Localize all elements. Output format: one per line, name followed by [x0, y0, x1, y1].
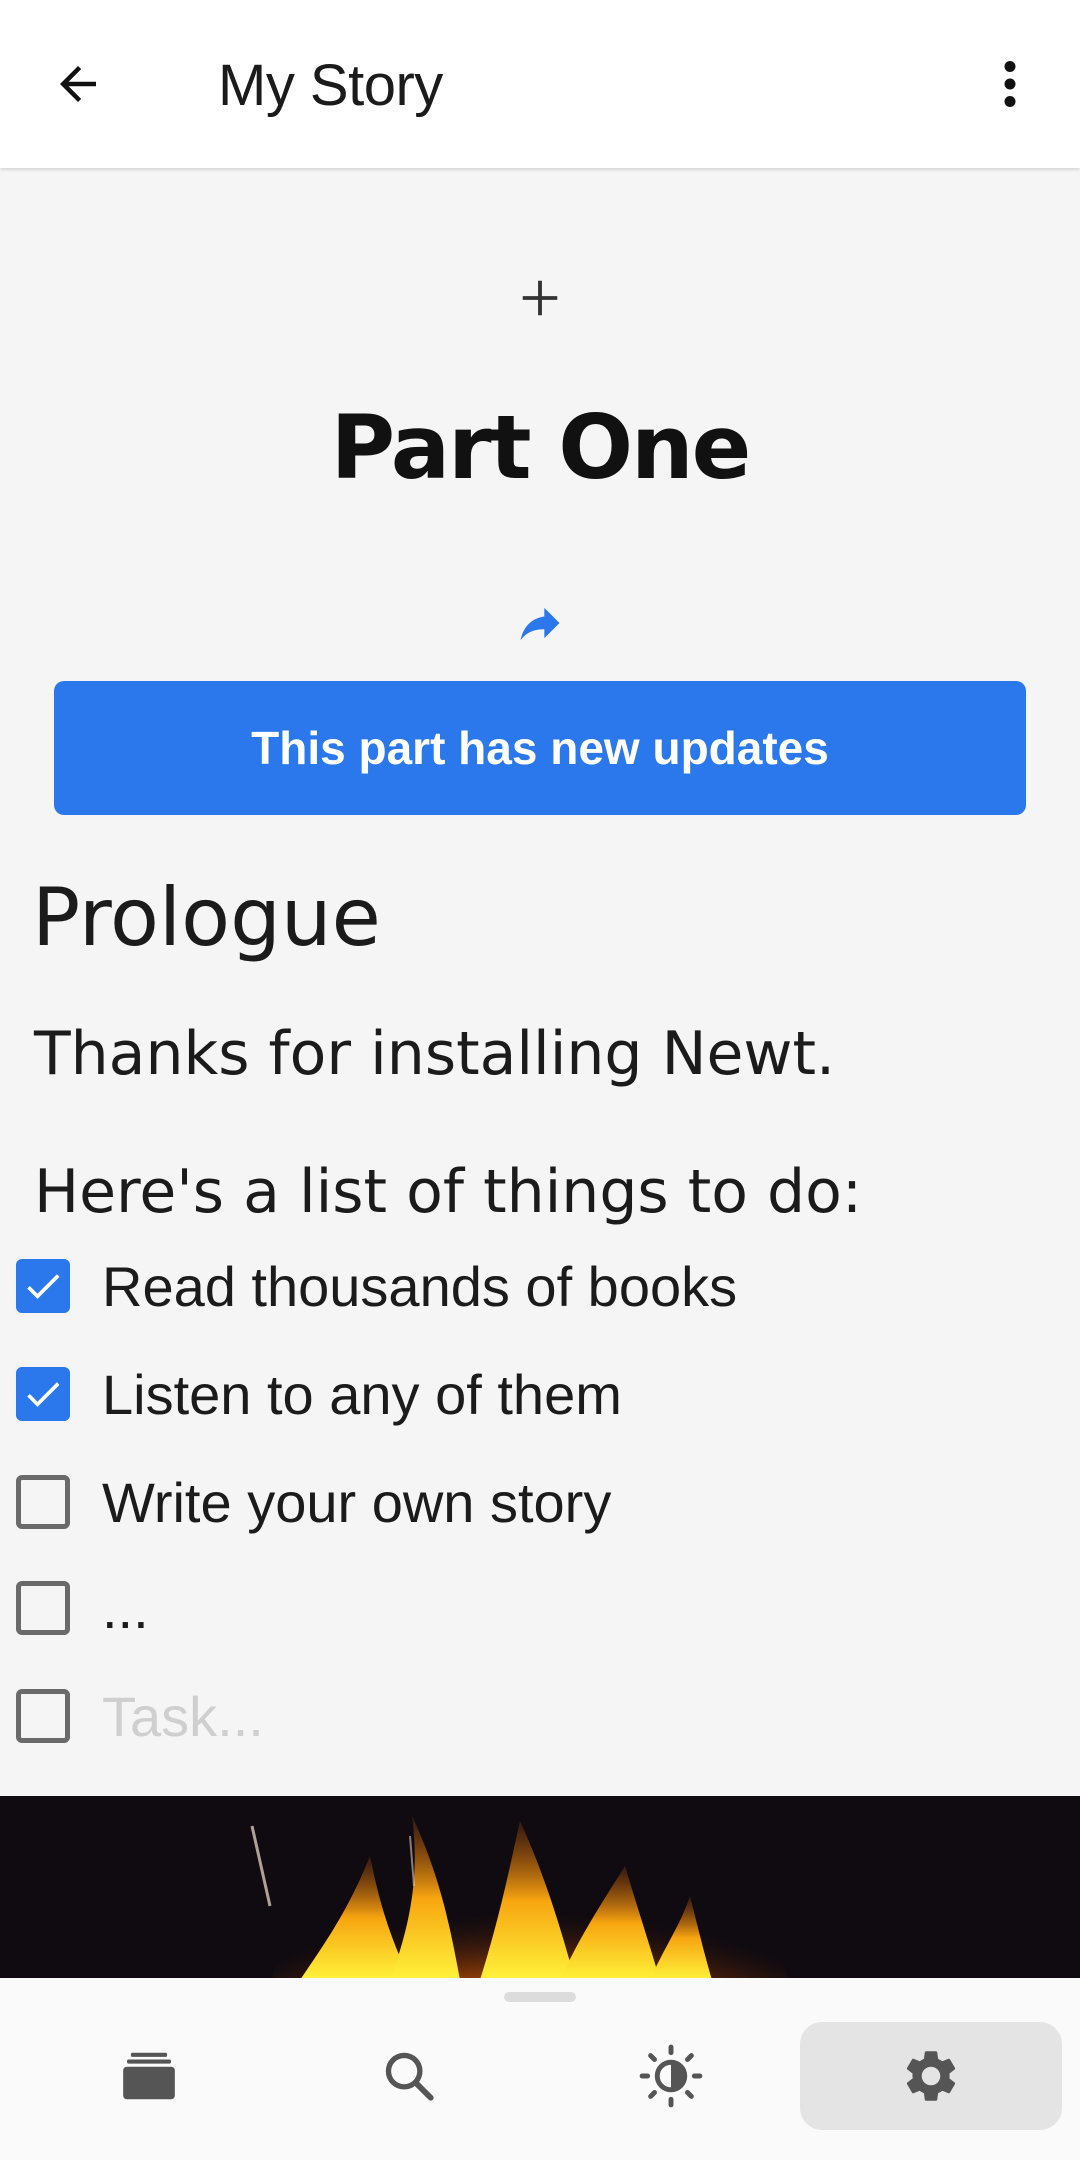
share-button[interactable] — [505, 588, 575, 658]
check-icon — [27, 1382, 60, 1407]
chapter-cover-image — [0, 1796, 1080, 1980]
checkbox-checked[interactable] — [16, 1367, 70, 1421]
campfire-image — [0, 1796, 1080, 1980]
checkbox-checked[interactable] — [16, 1259, 70, 1313]
drag-handle[interactable] — [504, 1992, 576, 2002]
plus-icon — [522, 280, 558, 316]
task-item[interactable]: ... — [16, 1568, 149, 1648]
checkbox-unchecked[interactable] — [16, 1475, 70, 1529]
checkbox-unchecked[interactable] — [16, 1581, 70, 1635]
task-item[interactable]: Listen to any of them — [16, 1354, 622, 1434]
nav-search[interactable] — [278, 2022, 540, 2130]
app-bar: My Story — [0, 0, 1080, 168]
add-part-button[interactable] — [500, 258, 580, 338]
task-item[interactable]: Write your own story — [16, 1462, 611, 1542]
search-icon — [385, 2052, 434, 2101]
todo-heading-paragraph: Here's a list of things to do: — [34, 1157, 863, 1227]
task-label: Listen to any of them — [102, 1362, 622, 1426]
intro-paragraph: Thanks for installing Newt. — [34, 1019, 836, 1089]
more-options-button[interactable] — [970, 44, 1050, 124]
part-title: Part One — [330, 396, 752, 499]
more-vertical-icon — [1004, 61, 1016, 107]
settings-gear-icon — [906, 2051, 956, 2101]
new-task-input[interactable]: Task... — [102, 1684, 264, 1749]
nav-library[interactable] — [18, 2022, 280, 2130]
checkbox-unchecked[interactable] — [16, 1689, 70, 1743]
back-button[interactable] — [38, 44, 118, 124]
story-content: Part One This part has new updates Prolo… — [0, 168, 1080, 1798]
new-updates-button[interactable]: This part has new updates — [54, 681, 1026, 815]
nav-brightness[interactable] — [540, 2022, 802, 2130]
arrow-back-icon — [60, 66, 96, 102]
library-stack-icon — [123, 2052, 175, 2100]
share-arrow-icon — [520, 607, 560, 641]
brightness-icon — [639, 2044, 703, 2108]
check-icon — [27, 1274, 60, 1299]
nav-settings[interactable] — [800, 2022, 1062, 2130]
bottom-navigation — [0, 1978, 1080, 2160]
task-label: ... — [102, 1576, 149, 1640]
new-task-row[interactable]: Task... — [16, 1676, 264, 1756]
task-item[interactable]: Read thousands of books — [16, 1246, 737, 1326]
task-label: Read thousands of books — [102, 1254, 738, 1318]
chapter-title: Prologue — [32, 871, 381, 964]
task-label: Write your own story — [102, 1470, 612, 1534]
app-title: My Story — [218, 53, 443, 118]
